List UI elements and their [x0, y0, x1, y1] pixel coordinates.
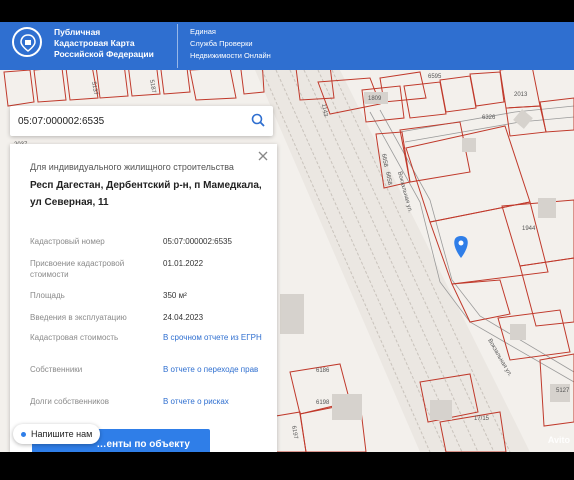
row-label: Присвоение кадастровой стоимости: [30, 259, 125, 279]
map-label: 17/15: [474, 416, 490, 422]
map-label: 6186: [316, 368, 330, 374]
cadastral-value-link[interactable]: В срочном отчете из ЕГРН: [163, 332, 263, 343]
chat-label: Напишите нам: [31, 429, 93, 439]
row-label: Собственники: [30, 365, 83, 374]
chat-button[interactable]: Напишите нам: [13, 424, 101, 444]
close-icon[interactable]: [257, 150, 269, 162]
map-label: 1809: [368, 96, 382, 102]
row-label: Кадастровый номер: [30, 237, 105, 246]
row-label: Площадь: [30, 291, 65, 300]
land-purpose: Для индивидуального жилищного строительс…: [30, 162, 234, 172]
row-value: 350 м²: [163, 291, 187, 300]
row-value: 01.01.2022: [163, 259, 204, 268]
map-label: 1944: [522, 226, 536, 232]
owner-debts-link[interactable]: В отчете о рисках: [163, 396, 263, 407]
owners-link[interactable]: В отчете о переходе прав: [163, 364, 263, 375]
row-value: 24.04.2023: [163, 313, 204, 322]
site-header: Публичная Кадастровая Карта Российской Ф…: [0, 22, 574, 70]
search-box: [10, 106, 273, 136]
chat-dot-icon: [21, 431, 26, 437]
brand-title: Публичная Кадастровая Карта Российской Ф…: [54, 27, 154, 59]
logo-icon: [12, 27, 42, 57]
screen: 1809 2013 6326 6595 6658 6658 1944 6198 …: [0, 22, 574, 452]
search-input[interactable]: [18, 112, 238, 130]
object-info-card: Для индивидуального жилищного строительс…: [10, 144, 277, 452]
map-label: 2013: [514, 92, 528, 98]
brand-subtitle: Единая Служба Проверки Недвижимости Онла…: [190, 27, 271, 60]
header-divider: [177, 24, 178, 68]
map-label: 6326: [482, 115, 496, 121]
map-label: 6595: [428, 74, 442, 80]
search-icon[interactable]: [251, 113, 265, 127]
row-value: 05:07:000002:6535: [163, 237, 232, 246]
watermark: Avito: [547, 435, 570, 445]
map-label: 5127: [556, 388, 570, 394]
row-label: Долги собственников: [30, 397, 109, 406]
row-label: Введения в эксплуатацию: [30, 313, 127, 322]
row-label: Кадастровая стоимость: [30, 333, 119, 342]
object-address: Респ Дагестан, Дербентский р-н, п Мамедк…: [30, 180, 262, 208]
map-label: 6198: [316, 400, 330, 406]
